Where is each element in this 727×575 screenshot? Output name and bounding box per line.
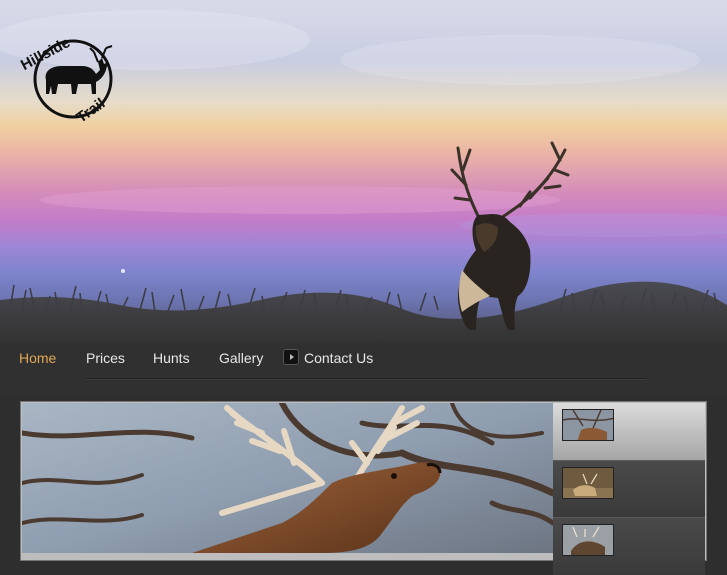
elk-logo-icon: Hillside Trail bbox=[18, 34, 113, 127]
thumbnail-item[interactable] bbox=[553, 460, 705, 518]
nav-prices[interactable]: Prices bbox=[86, 342, 125, 374]
nav-contact-us[interactable]: Contact Us bbox=[304, 342, 373, 374]
elk-photo bbox=[22, 403, 553, 553]
site-logo[interactable]: Hillside Trail bbox=[16, 12, 120, 127]
thumbnail-image bbox=[562, 467, 614, 499]
thumbnail-item[interactable] bbox=[553, 517, 705, 575]
thumbnail-item[interactable] bbox=[553, 403, 705, 460]
chevron-right-icon bbox=[283, 349, 299, 365]
nav-divider bbox=[86, 378, 646, 380]
nav-gallery[interactable]: Gallery bbox=[219, 342, 263, 374]
main-navigation: Home Prices Hunts Gallery Contact Us bbox=[0, 342, 727, 394]
thumbnail-image bbox=[562, 524, 614, 556]
thumbnail-image bbox=[562, 409, 614, 441]
nav-hunts[interactable]: Hunts bbox=[153, 342, 190, 374]
nav-home[interactable]: Home bbox=[19, 342, 56, 374]
slideshow-thumbnails bbox=[553, 403, 705, 575]
slideshow-main-image[interactable] bbox=[22, 403, 553, 553]
logo-text-bottom: Trail bbox=[73, 95, 108, 122]
